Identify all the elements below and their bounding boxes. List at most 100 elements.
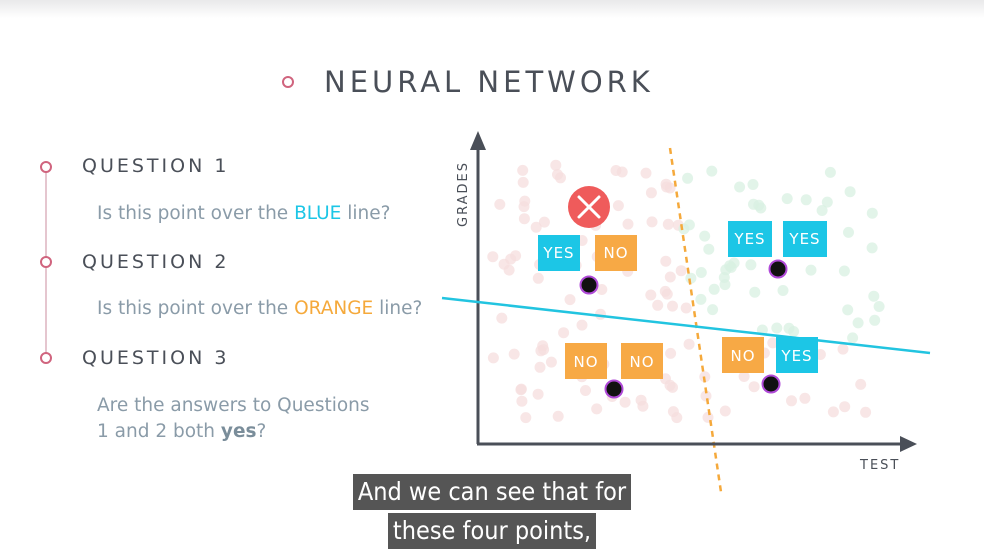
background-dot <box>496 312 508 324</box>
background-dot <box>519 195 531 207</box>
background-dot <box>799 392 811 404</box>
background-dot <box>662 218 674 230</box>
background-dot <box>706 165 718 177</box>
answer-group-1: YES NO <box>538 235 637 295</box>
background-dot <box>682 172 694 184</box>
background-dot <box>494 198 506 210</box>
y-axis-arrow-icon <box>470 131 486 150</box>
background-dot <box>564 294 576 306</box>
background-dot <box>702 411 714 423</box>
background-dot <box>664 379 676 391</box>
background-dot <box>616 166 628 178</box>
background-dot <box>516 395 528 407</box>
background-dot <box>827 406 839 418</box>
background-dot <box>520 412 532 424</box>
background-dot <box>843 226 854 238</box>
background-dot <box>576 319 588 331</box>
background-dot <box>745 259 757 271</box>
background-dot <box>645 187 657 199</box>
background-dot <box>847 332 859 344</box>
answer-label: YES <box>788 230 820 248</box>
background-dot <box>665 347 677 359</box>
background-dot <box>855 378 867 390</box>
background-dot <box>622 218 634 230</box>
background-dot <box>515 384 527 396</box>
data-point <box>579 275 599 295</box>
background-dot <box>783 322 795 334</box>
background-dot <box>680 302 692 314</box>
background-dot <box>667 300 678 312</box>
subtitle-line-2: these four points, <box>387 513 597 549</box>
background-dot <box>660 255 672 267</box>
background-dot <box>777 285 789 296</box>
y-axis-label: GRADES <box>456 161 471 227</box>
subtitle-line-1-row: And we can see that for <box>0 474 984 510</box>
data-point <box>604 379 624 399</box>
background-dot <box>800 194 812 206</box>
background-dot <box>860 406 872 418</box>
background-dot <box>580 385 591 396</box>
background-dot <box>838 265 850 277</box>
background-dot <box>703 243 715 255</box>
background-dot <box>532 272 544 284</box>
diagram: GRADES TEST YES NO YES YES NO NO NO YES <box>441 131 931 493</box>
background-dot <box>805 264 817 276</box>
subtitle-line-2-row: these four points, <box>0 513 984 549</box>
background-dot <box>645 289 657 301</box>
background-dot <box>781 193 793 205</box>
background-dot <box>755 202 767 214</box>
background-dot <box>747 179 759 190</box>
background-dot <box>707 304 719 316</box>
background-dot <box>545 356 557 368</box>
background-dot <box>664 271 676 283</box>
background-dot <box>866 207 878 219</box>
background-dot <box>824 166 836 178</box>
background-dot <box>678 223 690 235</box>
background-dot <box>699 230 711 242</box>
background-dot <box>612 200 624 212</box>
x-axis-label: TEST <box>859 458 900 473</box>
background-dot <box>868 290 880 302</box>
background-dot <box>635 394 647 406</box>
background-dot <box>771 322 783 334</box>
background-dot <box>487 251 499 263</box>
answer-group-3: NO NO <box>565 343 663 399</box>
background-dot <box>508 348 520 360</box>
background-dot <box>487 352 499 364</box>
background-dot <box>839 401 851 413</box>
x-axis-arrow-icon <box>900 436 917 452</box>
background-dot <box>532 388 544 400</box>
background-dot <box>695 267 707 278</box>
background-dot <box>786 395 797 407</box>
background-dot <box>748 381 760 393</box>
background-dots <box>487 159 885 424</box>
background-dot <box>538 216 550 228</box>
background-dot <box>518 213 530 225</box>
background-dot <box>719 279 731 291</box>
answer-label: NO <box>730 347 755 365</box>
answer-label: NO <box>629 353 654 371</box>
orange-line <box>668 147 723 493</box>
background-dot <box>749 286 761 298</box>
answer-label: YES <box>780 347 812 365</box>
background-dot <box>552 169 563 180</box>
answer-label: NO <box>573 353 598 371</box>
background-dot <box>869 314 881 326</box>
background-dot <box>517 176 529 188</box>
background-dot <box>816 205 828 216</box>
data-point <box>761 374 781 394</box>
background-dot <box>591 403 603 415</box>
answer-label: YES <box>542 244 574 262</box>
background-dot <box>671 412 683 424</box>
background-dot <box>844 186 856 198</box>
background-dot <box>661 181 672 193</box>
subtitle-line-1: And we can see that for <box>352 474 632 510</box>
background-dot <box>675 265 687 277</box>
background-dot <box>619 396 631 408</box>
background-dot <box>695 293 707 305</box>
background-dot <box>640 167 652 179</box>
answer-label: YES <box>733 230 765 248</box>
background-dot <box>683 338 695 350</box>
background-dot <box>719 405 731 417</box>
background-dot <box>659 285 671 297</box>
